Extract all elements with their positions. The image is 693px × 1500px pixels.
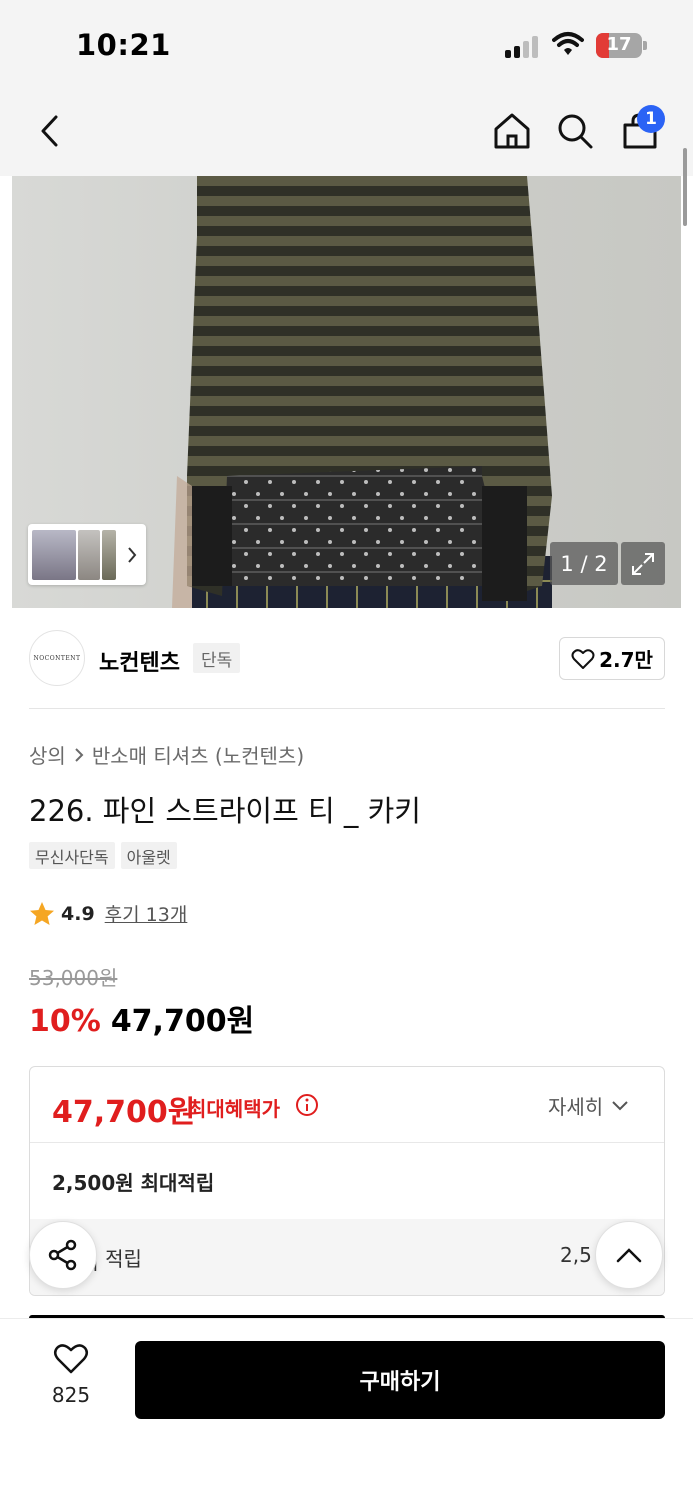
brand-like-button[interactable]: 2.7만 (559, 637, 665, 680)
tag-exclusive: 무신사단독 (29, 842, 115, 869)
heart-icon (54, 1344, 88, 1374)
battery-icon: 17 (596, 33, 642, 58)
product-tags: 무신사단독 아울렛 (29, 842, 177, 869)
points-detail-value: 2,5 (560, 1243, 592, 1267)
scroll-top-button[interactable] (595, 1221, 663, 1289)
exclusive-badge: 단독 (193, 643, 241, 673)
detail-label: 자세히 (548, 1095, 604, 1119)
benefit-box: 47,700원 최대혜택가 자세히 2,500원 최대적립 | 적립 2,5 (29, 1066, 665, 1296)
detail-toggle-button[interactable]: 자세히 (548, 1091, 629, 1120)
search-icon (558, 114, 593, 149)
brand-name[interactable]: 노컨텐츠 (99, 645, 180, 677)
max-benefit-row: 47,700원 최대혜택가 자세히 (30, 1067, 664, 1143)
share-icon (48, 1239, 77, 1271)
discount-rate: 10% (29, 1004, 101, 1039)
thumbnail-strip[interactable] (28, 524, 146, 585)
original-price: 53,000원 (29, 966, 118, 990)
rating-score: 4.9 (61, 902, 95, 925)
share-button[interactable] (29, 1221, 97, 1289)
sale-price: 47,700원 (110, 1004, 255, 1039)
battery-tip (643, 41, 647, 50)
chevron-right-icon (75, 747, 84, 762)
breadcrumb-category[interactable]: 상의 (29, 740, 66, 769)
points-detail-row: | 적립 2,5 (30, 1219, 664, 1295)
expand-icon (632, 552, 654, 575)
search-button[interactable] (550, 106, 600, 156)
thumbnail-image (32, 530, 76, 580)
divider (29, 708, 665, 709)
max-points: 2,500원 최대적립 (52, 1171, 215, 1195)
expand-image-button[interactable] (621, 542, 665, 585)
status-bar: 10:21 17 (0, 0, 693, 92)
brand-like-count: 2.7만 (599, 648, 653, 672)
sale-price-row: 10% 47,700원 (29, 996, 254, 1040)
breadcrumb: 상의 반소매 티셔츠 (노컨텐츠) (29, 740, 304, 769)
wishlist-count: 825 (51, 1383, 91, 1407)
wifi-icon (552, 32, 584, 55)
thumbnail-image (102, 530, 116, 580)
image-page-indicator: 1 / 2 (550, 542, 618, 585)
info-icon[interactable] (295, 1093, 319, 1117)
bottom-action-bar: 825 구매하기 (0, 1318, 693, 1500)
wishlist-button[interactable]: 825 (40, 1343, 102, 1407)
status-time: 10:21 (76, 28, 171, 62)
breadcrumb-subcategory[interactable]: 반소매 티셔츠 (노컨텐츠) (92, 740, 304, 769)
buy-button[interactable]: 구매하기 (135, 1341, 665, 1419)
back-button[interactable] (25, 106, 75, 156)
chevron-right-icon (128, 547, 137, 563)
product-title: 226. 파인 스트라이프 티 _ 카키 (29, 794, 421, 828)
cellular-signal-icon (505, 34, 543, 58)
scroll-indicator (683, 148, 687, 226)
thumbnail-image (78, 530, 100, 580)
cart-count-badge: 1 (637, 105, 665, 133)
battery-level: 17 (606, 34, 632, 55)
top-nav-bar (0, 92, 693, 176)
home-icon (494, 113, 530, 149)
chevron-up-icon (616, 1248, 642, 1263)
max-benefit-label: 최대혜택가 (188, 1097, 280, 1121)
brand-logo[interactable]: NOCONTENT (29, 630, 85, 686)
tag-outlet: 아울렛 (120, 842, 177, 869)
home-button[interactable] (487, 106, 537, 156)
chevron-left-icon (41, 115, 58, 147)
review-link[interactable]: 후기 13개 (105, 900, 188, 927)
max-benefit-price: 47,700원 (52, 1095, 196, 1130)
points-detail-label: | 적립 (92, 1247, 142, 1271)
brand-row: NOCONTENT 노컨텐츠 단독 2.7만 (0, 608, 693, 708)
heart-icon (571, 648, 595, 669)
star-icon (30, 901, 54, 925)
rating-row: 4.9 후기 13개 (29, 900, 187, 927)
chevron-down-icon (612, 1100, 628, 1110)
